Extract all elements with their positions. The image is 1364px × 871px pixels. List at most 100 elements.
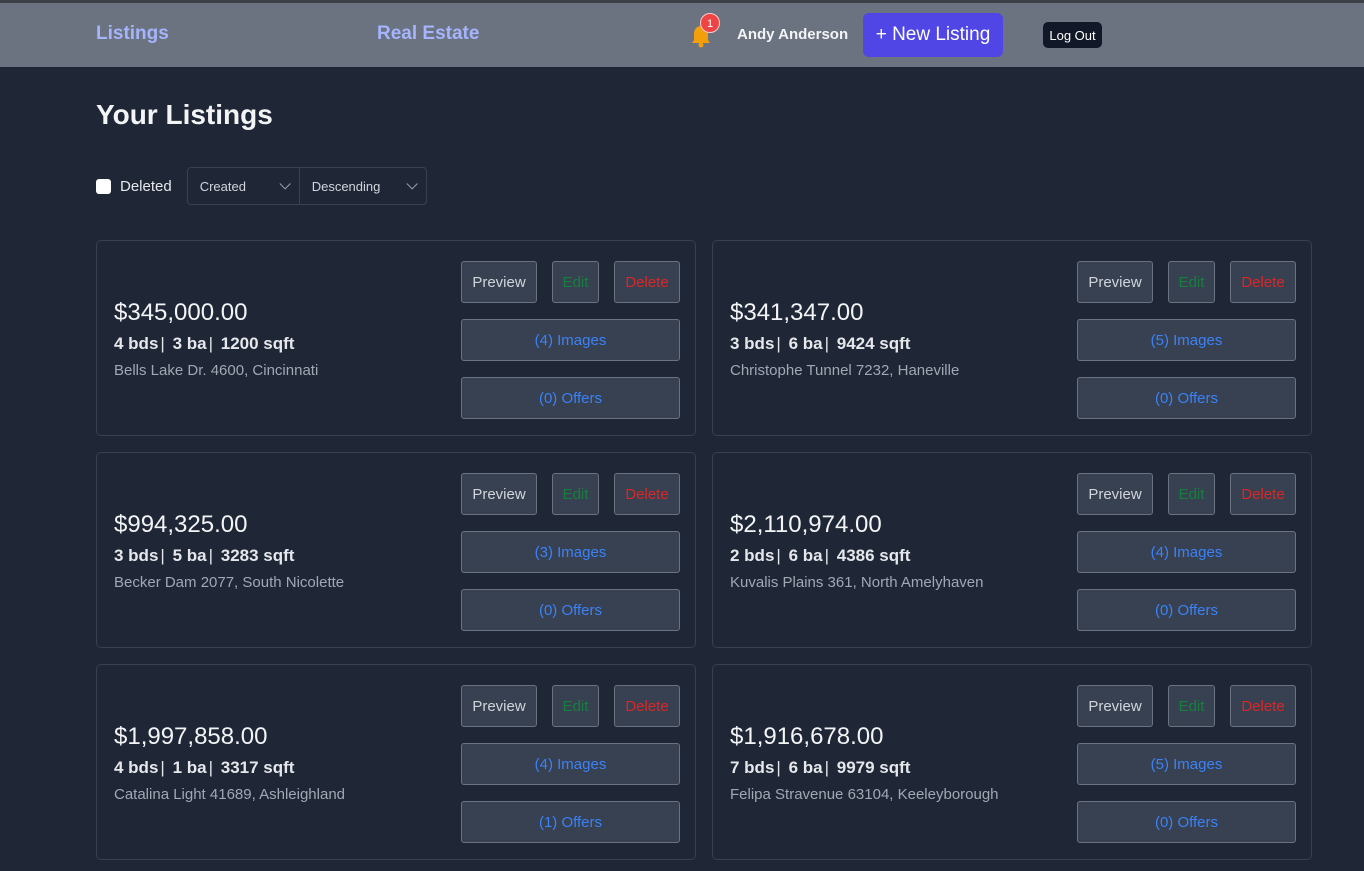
listing-beds: 3 bds — [114, 546, 159, 565]
top-navbar: Listings Real Estate 1 Andy Anderson + N… — [0, 3, 1364, 67]
listing-sqft: 9424 sqft — [836, 334, 911, 353]
preview-button[interactable]: Preview — [461, 473, 537, 515]
listing-card: $345,000.00 4 bds | 3 ba | 1200 sqft Bells… — [96, 240, 696, 436]
listing-address: Felipa Stravenue 63104, Keeleyborough — [730, 786, 999, 803]
offers-button[interactable]: (1) Offers — [461, 801, 680, 843]
spec-separator: | — [160, 334, 165, 353]
listing-price: $994,325.00 — [114, 511, 248, 538]
listing-card: $1,997,858.00 4 bds | 1 ba | 3317 sqft Cat… — [96, 664, 696, 860]
listing-address: Kuvalis Plains 361, North Amelyhaven — [730, 574, 984, 591]
listing-specs: 2 bds | 6 ba | 4386 sqft — [730, 546, 910, 566]
spec-separator: | — [824, 334, 830, 353]
listing-beds: 4 bds — [114, 758, 159, 777]
delete-button[interactable]: Delete — [1230, 261, 1296, 303]
nav-real-estate-link[interactable]: Real Estate — [377, 23, 479, 45]
chevron-down-icon — [406, 178, 418, 190]
listing-price: $2,110,974.00 — [730, 511, 882, 538]
sort-field-select[interactable]: Created — [188, 168, 299, 204]
spec-separator: | — [208, 758, 214, 777]
offers-button[interactable]: (0) Offers — [1077, 377, 1296, 419]
listing-specs: 3 bds | 6 ba | 9424 sqft — [730, 334, 910, 354]
listing-address: Catalina Light 41689, Ashleighland — [114, 786, 346, 803]
listing-address: Christophe Tunnel 7232, Haneville — [730, 362, 960, 379]
edit-button[interactable]: Edit — [552, 685, 599, 727]
offers-button[interactable]: (0) Offers — [461, 377, 680, 419]
listing-sqft: 1200 sqft — [220, 334, 295, 353]
offers-button[interactable]: (0) Offers — [461, 589, 680, 631]
listing-baths: 3 ba — [172, 334, 207, 353]
listing-beds: 2 bds — [730, 546, 775, 565]
preview-button[interactable]: Preview — [1077, 261, 1153, 303]
preview-button[interactable]: Preview — [1077, 473, 1153, 515]
images-button[interactable]: (5) Images — [1077, 743, 1296, 785]
images-button[interactable]: (4) Images — [461, 319, 680, 361]
logout-button[interactable]: Log Out — [1043, 22, 1102, 48]
nav-listings-link[interactable]: Listings — [96, 23, 169, 45]
listing-baths: 5 ba — [172, 546, 207, 565]
listing-price: $341,347.00 — [730, 299, 864, 326]
spec-separator: | — [208, 334, 214, 353]
listing-beds: 3 bds — [730, 334, 775, 353]
images-button[interactable]: (3) Images — [461, 531, 680, 573]
filter-bar: Deleted Created Descending — [96, 167, 427, 205]
spec-separator: | — [824, 546, 830, 565]
listing-beds: 7 bds — [730, 758, 775, 777]
delete-button[interactable]: Delete — [614, 685, 680, 727]
sort-select-group: Created Descending — [186, 167, 427, 205]
listing-baths: 6 ba — [788, 334, 823, 353]
listing-specs: 4 bds | 1 ba | 3317 sqft — [114, 758, 294, 778]
listing-specs: 4 bds | 3 ba | 1200 sqft — [114, 334, 294, 354]
edit-button[interactable]: Edit — [552, 261, 599, 303]
listing-price: $1,916,678.00 — [730, 723, 884, 750]
page-title: Your Listings — [96, 99, 273, 130]
listing-sqft: 4386 sqft — [836, 546, 911, 565]
listing-card: $341,347.00 3 bds | 6 ba | 9424 sqft Chris… — [712, 240, 1312, 436]
listing-baths: 1 ba — [172, 758, 207, 777]
listing-specs: 3 bds | 5 ba | 3283 sqft — [114, 546, 294, 566]
edit-button[interactable]: Edit — [1168, 473, 1215, 515]
listing-card: $1,916,678.00 7 bds | 6 ba | 9979 sqft Fel… — [712, 664, 1312, 860]
delete-button[interactable]: Delete — [614, 261, 680, 303]
delete-button[interactable]: Delete — [1230, 473, 1296, 515]
preview-button[interactable]: Preview — [461, 685, 537, 727]
spec-separator: | — [160, 758, 165, 777]
spec-separator: | — [160, 546, 165, 565]
listing-sqft: 9979 sqft — [836, 758, 911, 777]
listing-card: $994,325.00 3 bds | 5 ba | 3283 sqft Becke… — [96, 452, 696, 648]
edit-button[interactable]: Edit — [1168, 261, 1215, 303]
delete-button[interactable]: Delete — [614, 473, 680, 515]
listing-sqft: 3283 sqft — [220, 546, 295, 565]
listing-address: Bells Lake Dr. 4600, Cincinnati — [114, 362, 319, 379]
spec-separator: | — [776, 546, 781, 565]
deleted-checkbox[interactable] — [96, 178, 111, 194]
page: Listings Real Estate 1 Andy Anderson + N… — [0, 0, 1364, 871]
listing-specs: 7 bds | 6 ba | 9979 sqft — [730, 758, 910, 778]
images-button[interactable]: (4) Images — [461, 743, 680, 785]
chevron-down-icon — [279, 178, 291, 190]
listing-beds: 4 bds — [114, 334, 159, 353]
delete-button[interactable]: Delete — [1230, 685, 1296, 727]
sort-order-value: Descending — [311, 178, 381, 194]
listing-price: $345,000.00 — [114, 299, 248, 326]
deleted-checkbox-label[interactable]: Deleted — [120, 178, 172, 195]
sort-field-value: Created — [199, 178, 246, 194]
offers-button[interactable]: (0) Offers — [1077, 589, 1296, 631]
listing-price: $1,997,858.00 — [114, 723, 268, 750]
spec-separator: | — [776, 758, 781, 777]
listing-baths: 6 ba — [788, 546, 823, 565]
preview-button[interactable]: Preview — [461, 261, 537, 303]
spec-separator: | — [776, 334, 781, 353]
new-listing-button[interactable]: + New Listing — [863, 13, 1003, 57]
preview-button[interactable]: Preview — [1077, 685, 1153, 727]
images-button[interactable]: (5) Images — [1077, 319, 1296, 361]
user-name: Andy Anderson — [737, 26, 849, 43]
edit-button[interactable]: Edit — [552, 473, 599, 515]
spec-separator: | — [824, 758, 830, 777]
edit-button[interactable]: Edit — [1168, 685, 1215, 727]
listing-address: Becker Dam 2077, South Nicolette — [114, 574, 345, 591]
notification-badge: 1 — [700, 13, 720, 33]
sort-order-select[interactable]: Descending — [298, 168, 426, 204]
images-button[interactable]: (4) Images — [1077, 531, 1296, 573]
offers-button[interactable]: (0) Offers — [1077, 801, 1296, 843]
spec-separator: | — [208, 546, 214, 565]
